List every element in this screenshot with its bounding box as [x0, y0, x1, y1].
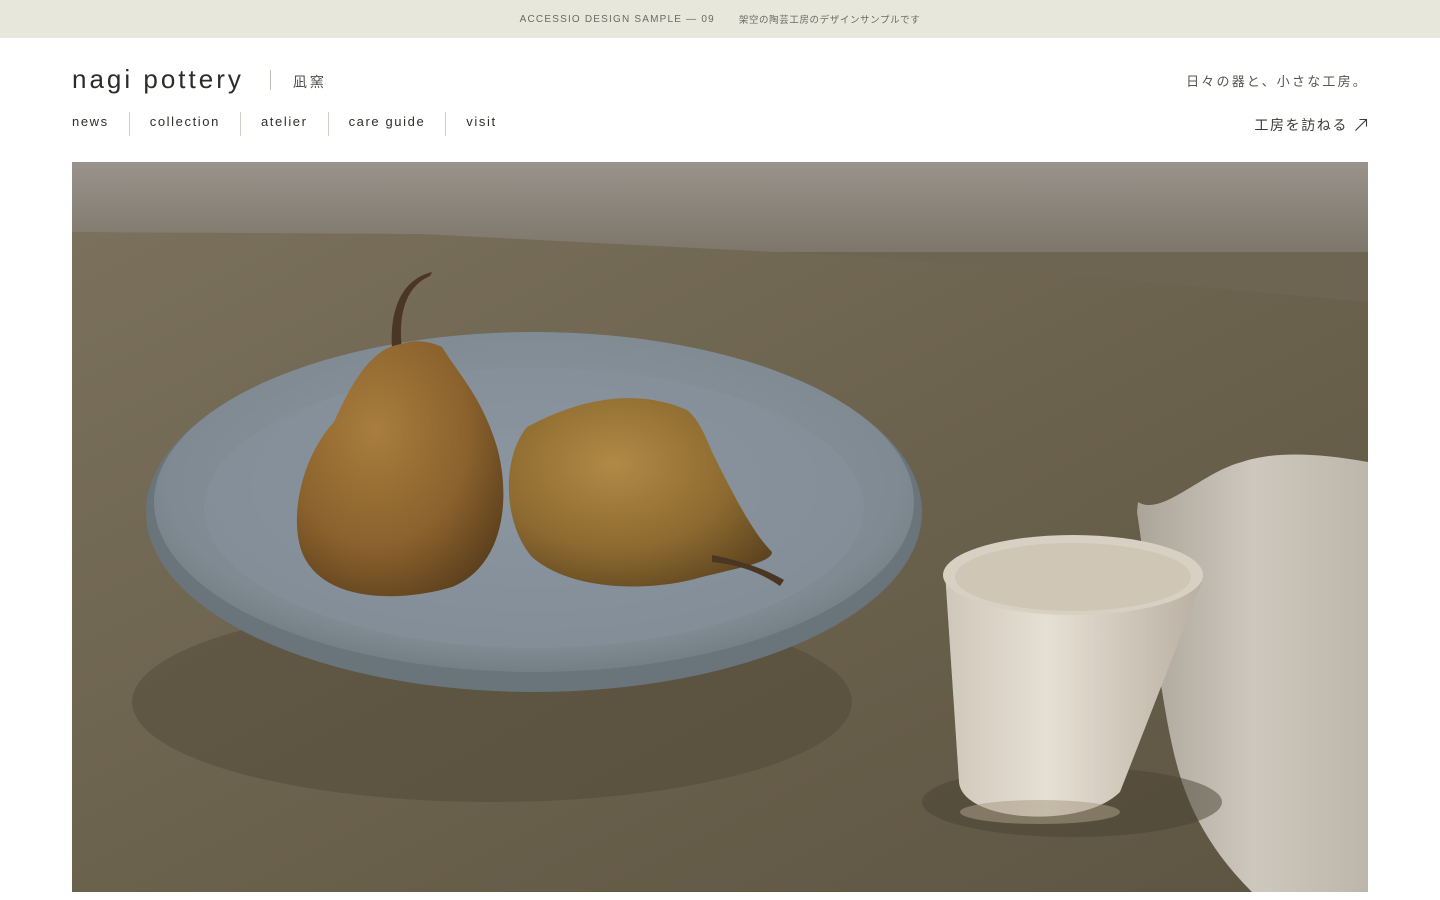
nav-divider	[327, 112, 329, 136]
brand-logo[interactable]: nagi pottery 凪窯	[72, 64, 327, 95]
nav-divider	[239, 112, 241, 136]
nav-item-collection[interactable]: collection	[150, 112, 220, 136]
announcement-label: ACCESSIO DESIGN SAMPLE — 09	[519, 13, 715, 25]
nav-divider	[128, 112, 130, 136]
announcement-note: 架空の陶芸工房のデザインサンプルです	[738, 15, 921, 26]
main-nav: news collection atelier care guide visit	[72, 112, 497, 136]
logo-divider	[269, 69, 271, 90]
nav-item-news[interactable]: news	[72, 112, 109, 136]
nav-item-visit[interactable]: visit	[466, 112, 496, 136]
nav-divider	[445, 112, 447, 136]
hero-image	[72, 162, 1368, 892]
announcement-bar: ACCESSIO DESIGN SAMPLE — 09 架空の陶芸工房のデザイン…	[0, 0, 1440, 38]
nav-item-atelier[interactable]: atelier	[261, 112, 308, 136]
nav-item-care-guide[interactable]: care guide	[349, 112, 426, 136]
arrow-up-right-icon	[1354, 118, 1368, 132]
brand-name: nagi pottery	[72, 64, 244, 94]
visit-atelier-label: 工房を訪ねる	[1254, 117, 1348, 133]
visit-atelier-link[interactable]: 工房を訪ねる	[1254, 115, 1368, 135]
brand-name-jp: 凪窯	[292, 73, 327, 90]
header-tagline: 日々の器と、小さな工房。	[1186, 74, 1368, 89]
hero-still-life	[72, 162, 1368, 892]
